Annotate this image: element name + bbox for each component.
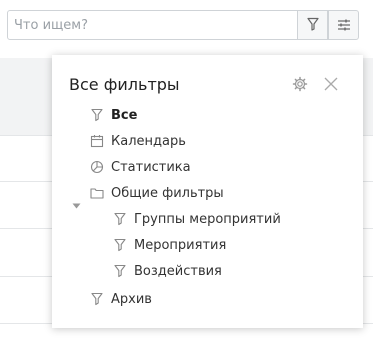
filter-icon — [90, 108, 104, 122]
filter-item-label: Группы мероприятий — [134, 211, 281, 227]
filter-item-label: Общие фильтры — [111, 185, 224, 201]
search-input[interactable] — [8, 11, 297, 39]
filter-settings-button[interactable] — [328, 10, 359, 40]
filter-folder-common[interactable]: Общие фильтры — [90, 183, 224, 203]
filter-item-label: Календарь — [111, 133, 186, 149]
filter-item-label: Статистика — [111, 159, 191, 175]
filter-item-label: Архив — [111, 291, 152, 307]
filter-icon — [90, 292, 104, 306]
chevron-down-icon[interactable] — [72, 194, 81, 209]
filter-button[interactable] — [297, 10, 328, 40]
filter-item-event-groups[interactable]: Группы мероприятий — [113, 209, 281, 229]
filter-item-events[interactable]: Мероприятия — [113, 235, 226, 255]
filter-icon — [113, 238, 127, 252]
calendar-icon — [90, 134, 104, 148]
filter-icon — [306, 16, 319, 35]
gear-icon[interactable] — [292, 76, 308, 92]
sliders-icon — [337, 16, 351, 35]
filter-item-calendar[interactable]: Календарь — [90, 131, 186, 151]
filters-panel: Все фильтры Все Календарь Статистика Общ… — [52, 55, 363, 328]
pie-chart-icon — [90, 160, 104, 174]
search-box[interactable] — [7, 10, 298, 40]
filter-item-label: Воздействия — [134, 263, 222, 279]
filter-item-archive[interactable]: Архив — [90, 289, 152, 309]
filter-item-all[interactable]: Все — [90, 105, 137, 125]
folder-icon — [90, 186, 104, 200]
filter-icon — [113, 212, 127, 226]
panel-title: Все фильтры — [69, 75, 180, 94]
filter-item-label: Все — [111, 107, 138, 123]
filter-item-statistics[interactable]: Статистика — [90, 157, 191, 177]
filter-item-impacts[interactable]: Воздействия — [113, 261, 222, 281]
filter-item-label: Мероприятия — [134, 237, 227, 253]
top-bar — [0, 0, 373, 58]
filter-icon — [113, 264, 127, 278]
close-icon[interactable] — [323, 76, 339, 92]
